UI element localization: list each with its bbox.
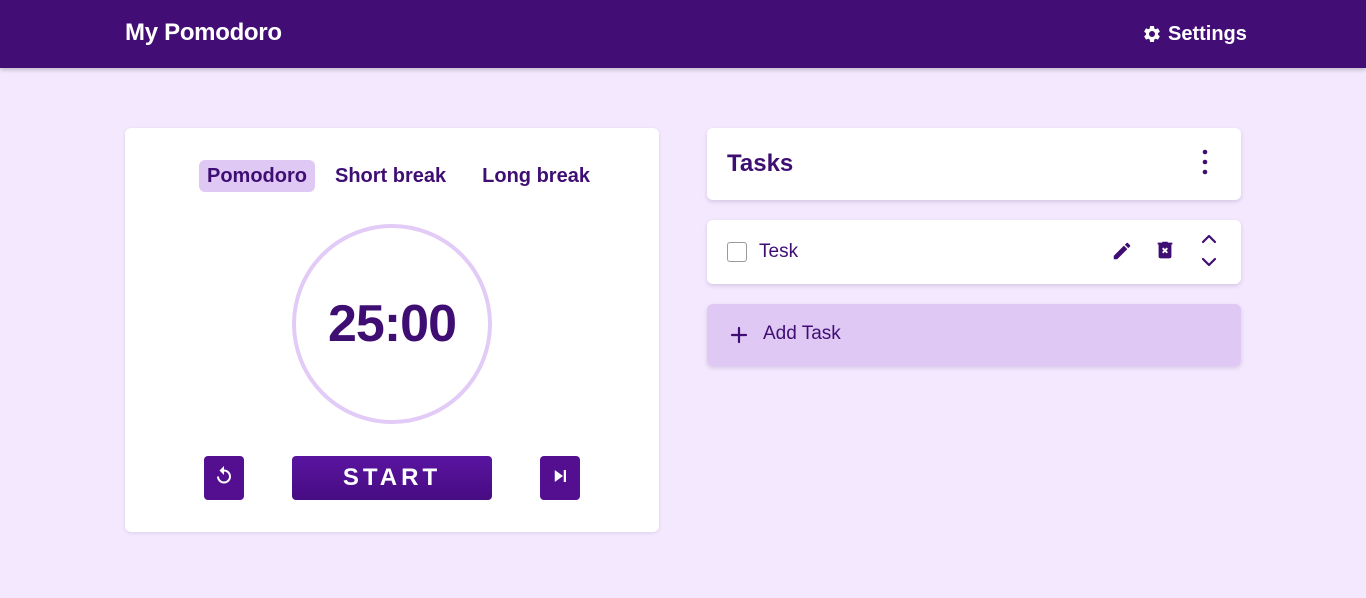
move-up-button[interactable] — [1197, 232, 1221, 248]
trash-icon — [1154, 239, 1176, 266]
more-vertical-icon — [1202, 149, 1208, 180]
tab-short-break[interactable]: Short break — [327, 160, 454, 192]
timer-card: Pomodoro Short break Long break 25:00 ST… — [125, 128, 659, 532]
tasks-menu-button[interactable] — [1194, 149, 1216, 180]
move-down-button[interactable] — [1197, 255, 1221, 271]
timer-display: 25:00 — [328, 295, 457, 353]
add-task-button[interactable]: Add Task — [707, 304, 1241, 366]
reset-button[interactable] — [204, 456, 244, 500]
pencil-icon — [1111, 240, 1133, 267]
task-name: Tesk — [759, 241, 799, 262]
gear-icon — [1142, 24, 1162, 44]
skip-next-icon — [551, 467, 569, 490]
tasks-title: Tasks — [727, 150, 794, 177]
task-item: Tesk — [707, 220, 1241, 284]
timer-ring: 25:00 — [292, 224, 492, 424]
tab-long-break[interactable]: Long break — [474, 160, 598, 192]
add-task-label: Add Task — [763, 323, 841, 344]
edit-task-button[interactable] — [1110, 241, 1134, 265]
chevron-down-icon — [1201, 254, 1217, 272]
start-button[interactable]: START — [292, 456, 492, 500]
chevron-up-icon — [1201, 231, 1217, 249]
settings-button[interactable]: Settings — [1142, 21, 1247, 47]
app-title: My Pomodoro — [125, 19, 282, 46]
reset-icon — [212, 464, 236, 493]
tasks-header: Tasks — [707, 128, 1241, 200]
settings-label: Settings — [1168, 22, 1247, 45]
tab-pomodoro[interactable]: Pomodoro — [199, 160, 315, 192]
plus-icon — [729, 325, 749, 345]
mode-tabs: Pomodoro Short break Long break — [199, 160, 598, 192]
delete-task-button[interactable] — [1153, 240, 1177, 264]
task-checkbox[interactable] — [727, 242, 747, 262]
skip-button[interactable] — [540, 456, 580, 500]
top-bar: My Pomodoro Settings — [0, 0, 1366, 68]
